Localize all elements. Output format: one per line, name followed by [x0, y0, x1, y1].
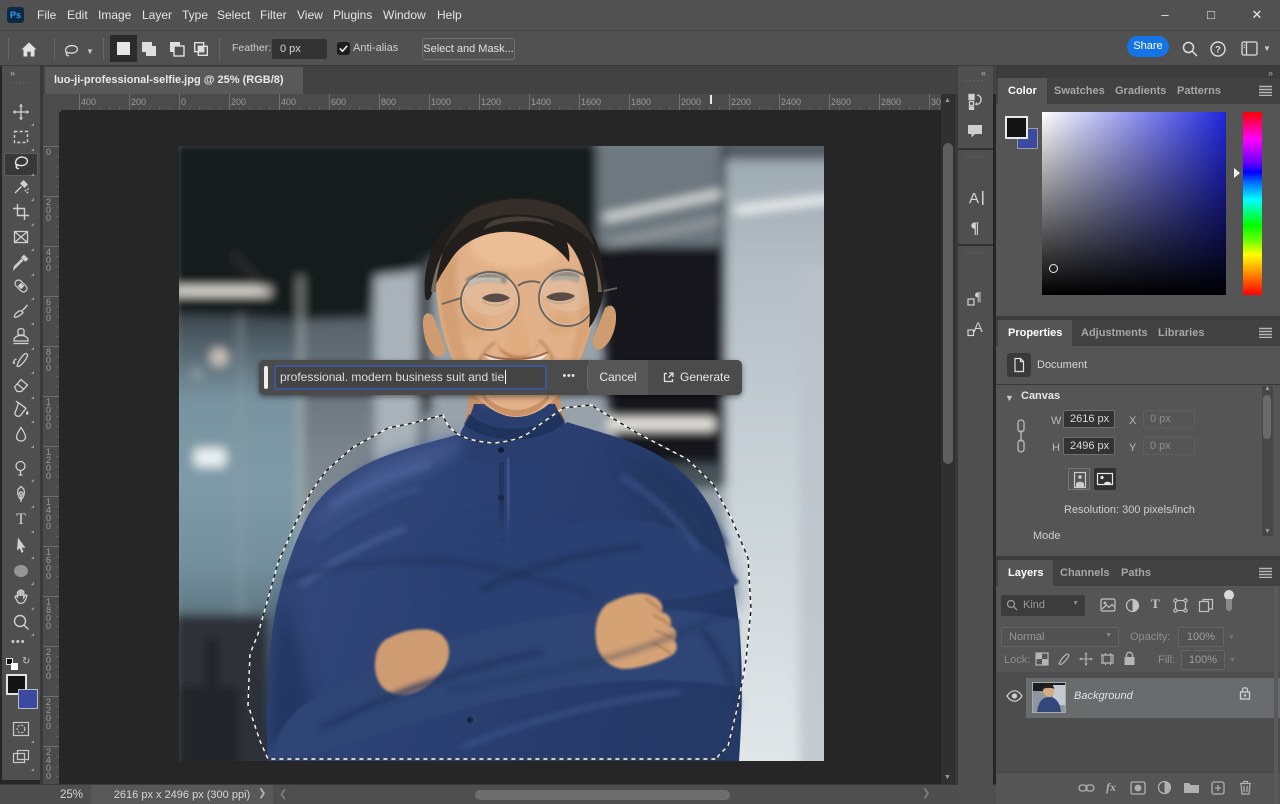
- svg-text:A: A: [973, 319, 983, 335]
- svg-text:A: A: [969, 190, 979, 207]
- svg-text:T: T: [16, 511, 26, 528]
- svg-text:?: ?: [1215, 44, 1221, 55]
- svg-text:¶: ¶: [971, 220, 980, 236]
- svg-text:¶: ¶: [974, 289, 981, 304]
